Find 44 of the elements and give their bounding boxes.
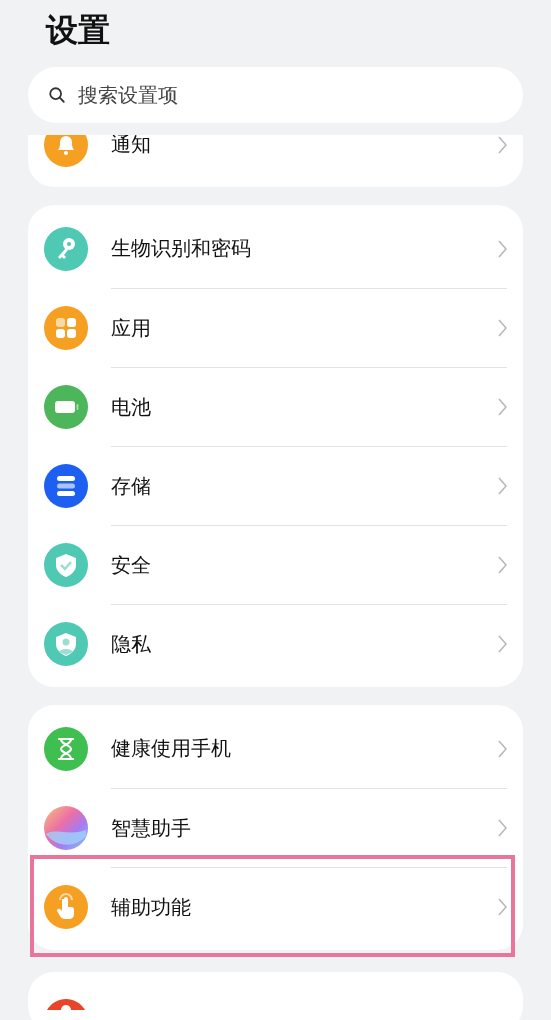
shield-check-icon xyxy=(44,542,88,587)
chevron-icon xyxy=(497,555,507,575)
settings-item[interactable]: 智慧助手 xyxy=(44,788,507,867)
key-icon xyxy=(44,226,88,271)
search-icon xyxy=(48,86,66,104)
item-label: 存储 xyxy=(111,472,151,500)
chevron-icon xyxy=(497,238,507,259)
settings-item[interactable]: 安全 xyxy=(44,525,507,604)
search-field[interactable]: 搜索设置项 xyxy=(76,82,503,108)
settings-item[interactable]: 电池 xyxy=(44,367,507,446)
chevron-icon xyxy=(497,397,507,417)
settings-item[interactable]: 健康使用手机 xyxy=(44,709,507,788)
shield-person-icon xyxy=(44,621,88,666)
chevron-icon xyxy=(497,818,507,838)
hand-pointer-icon xyxy=(44,884,88,929)
item-label: 健康使用手机 xyxy=(111,735,231,762)
chevron-icon xyxy=(497,476,507,496)
storage-icon xyxy=(44,463,88,508)
item-label: 安全 xyxy=(111,551,151,579)
item-label: 辅助功能 xyxy=(111,893,191,921)
item-label: 智慧助手 xyxy=(111,814,191,842)
battery-icon xyxy=(44,384,88,429)
gradient-orb-icon xyxy=(44,805,88,850)
chevron-icon xyxy=(497,738,507,759)
settings-item[interactable]: 通知 xyxy=(44,135,507,184)
chevron-icon xyxy=(497,897,507,917)
settings-item[interactable]: 存储 xyxy=(44,446,507,525)
page-title: 设置 xyxy=(46,10,111,50)
settings-item[interactable]: 生物识别和密码 xyxy=(44,209,507,288)
item-label: 通知 xyxy=(111,135,151,158)
hourglass-icon xyxy=(44,726,88,771)
chevron-icon xyxy=(497,318,507,338)
item-icon xyxy=(44,996,88,1010)
settings-item[interactable]: 隐私 xyxy=(44,604,507,683)
item-label: 隐私 xyxy=(111,630,151,658)
settings-item[interactable]: 应用 xyxy=(44,288,507,367)
search-bar[interactable]: 搜索设置项 xyxy=(28,67,523,123)
settings-item[interactable]: 辅助功能 xyxy=(44,867,507,946)
chevron-icon xyxy=(497,135,507,155)
chevron-icon xyxy=(497,634,507,654)
item-label: 应用 xyxy=(111,314,151,342)
grid-icon xyxy=(44,305,88,350)
item-label: 电池 xyxy=(111,393,151,421)
item-label: 生物识别和密码 xyxy=(111,235,251,262)
